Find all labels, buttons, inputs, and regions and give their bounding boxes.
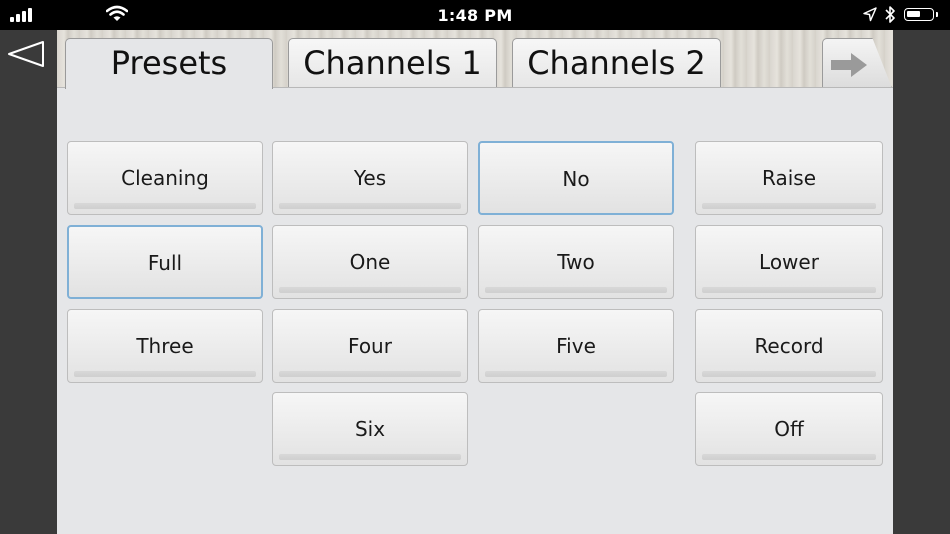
preset-yes-button[interactable]: Yes [272, 141, 468, 215]
presets-panel: Presets Channels 1 Channels 2 Cleaning Y… [57, 30, 893, 534]
off-button[interactable]: Off [695, 392, 883, 466]
preset-three-button[interactable]: Three [67, 309, 263, 383]
arrow-right-icon [831, 53, 867, 77]
status-time: 1:48 PM [437, 6, 513, 25]
preset-two-button[interactable]: Two [478, 225, 674, 299]
next-tab-button[interactable] [822, 38, 892, 88]
preset-cleaning-button[interactable]: Cleaning [67, 141, 263, 215]
preset-four-button[interactable]: Four [272, 309, 468, 383]
raise-button[interactable]: Raise [695, 141, 883, 215]
bluetooth-icon [885, 6, 895, 23]
preset-five-button[interactable]: Five [478, 309, 674, 383]
tab-presets[interactable]: Presets [65, 38, 273, 89]
tab-strip: Presets Channels 1 Channels 2 [57, 30, 893, 89]
preset-six-button[interactable]: Six [272, 392, 468, 466]
triangle-back-icon[interactable] [6, 40, 46, 68]
battery-icon [904, 8, 938, 21]
tab-channels-1[interactable]: Channels 1 [288, 38, 497, 88]
preset-no-button[interactable]: No [478, 141, 674, 215]
status-bar: 1:48 PM [0, 0, 950, 30]
tab-channels-2[interactable]: Channels 2 [512, 38, 721, 88]
preset-one-button[interactable]: One [272, 225, 468, 299]
location-arrow-icon [863, 7, 877, 22]
record-button[interactable]: Record [695, 309, 883, 383]
lower-button[interactable]: Lower [695, 225, 883, 299]
preset-full-button[interactable]: Full [67, 225, 263, 299]
